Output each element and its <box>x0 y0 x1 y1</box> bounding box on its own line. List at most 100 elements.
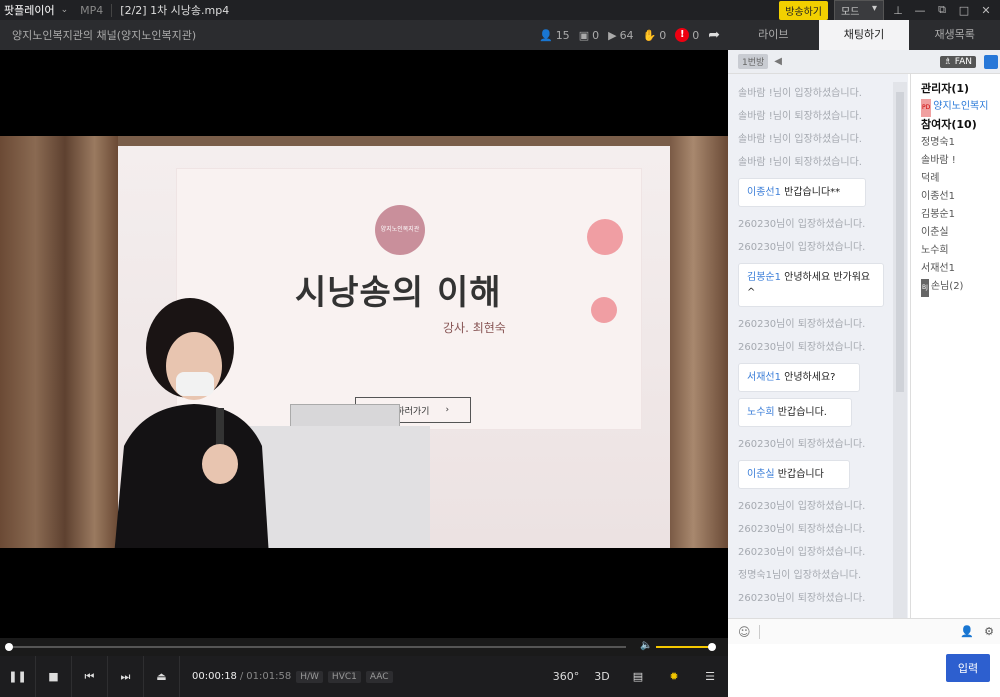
pd-badge-icon: PD <box>921 99 932 117</box>
send-button[interactable]: 입력 <box>946 654 990 682</box>
system-message: 솔바람 !님이 입장하셨습니다. <box>738 134 862 145</box>
vr360-button[interactable]: 360° <box>548 670 584 683</box>
hw-decoder-tag[interactable]: H/W <box>296 670 323 683</box>
tab-chat[interactable]: 채팅하기 <box>818 20 910 50</box>
close-icon[interactable]: ✕ <box>978 4 994 17</box>
duration: 01:01:58 <box>246 671 292 682</box>
user-item[interactable]: 이종선1 <box>921 188 1000 206</box>
system-message: 260230님이 입장하셨습니다. <box>738 219 866 230</box>
time-separator: / <box>239 671 244 682</box>
user-item-guests[interactable]: BJ 손님(2) <box>921 278 1000 297</box>
chat-panel: 라이브 채팅하기 재생목록 1번방 ◀ ♗ FAN 솔바람 !님이 입장하셨습니… <box>728 20 1000 697</box>
chat-nick[interactable]: 노수희 <box>747 407 775 418</box>
gift-icon: ▣ <box>578 28 590 42</box>
chat-message: 이춘실 반갑습니다 <box>738 460 850 489</box>
volume-slider[interactable] <box>656 646 712 648</box>
chat-input[interactable]: 입력 <box>728 644 1000 697</box>
user-item[interactable]: 정명숙1 <box>921 134 1000 152</box>
like-count-value: 0 <box>659 28 667 42</box>
chevron-down-icon: ▾ <box>871 2 877 14</box>
system-message: 정명숙1님이 입장하셨습니다. <box>738 570 862 581</box>
minimize-icon[interactable]: — <box>912 4 928 17</box>
tab-playlist[interactable]: 재생목록 <box>909 20 1000 50</box>
maximize-icon[interactable]: □ <box>956 4 972 17</box>
gear-icon[interactable]: ✹ <box>656 670 692 683</box>
emoticon-icon[interactable]: ☺ <box>738 625 751 639</box>
user-name: 손님(2) <box>930 281 964 292</box>
viewer-count-value: 15 <box>555 28 570 42</box>
fan-button[interactable]: ♗ FAN <box>939 55 976 68</box>
room-select[interactable]: 1번방 <box>738 54 769 69</box>
chat-nick[interactable]: 서재선1 <box>747 372 781 383</box>
stop-icon[interactable]: ■ <box>36 656 72 697</box>
seek-handle[interactable] <box>5 643 14 651</box>
system-message: 260230님이 퇴장하셨습니다. <box>738 593 866 604</box>
app-menu[interactable]: 팟플레이어 ⌄ <box>0 2 68 18</box>
system-message: 260230님이 입장하셨습니다. <box>738 242 866 253</box>
alert-icon[interactable]: ! <box>675 28 690 42</box>
chat-nick[interactable]: 김봉순1 <box>747 272 781 283</box>
video-codec-tag[interactable]: HVC1 <box>327 670 361 683</box>
chevron-down-icon[interactable]: ⌄ <box>61 5 69 15</box>
next-icon[interactable]: ⏭ <box>108 656 144 697</box>
video-area[interactable]: 양지노인복지관 시낭송의 이해 강사. 최현숙 교육 하러가기 › <box>0 50 728 638</box>
seek-track[interactable] <box>6 646 626 648</box>
menu-icon[interactable]: ☰ <box>692 670 728 683</box>
wall-panel-left <box>0 136 118 548</box>
play-icon: ▶ <box>608 28 617 42</box>
user-item-admin[interactable]: PD 양지노인복지 <box>921 98 1000 117</box>
chat-nick[interactable]: 이춘실 <box>747 469 775 480</box>
chat-scrollbar[interactable] <box>893 82 907 622</box>
broadcast-button[interactable]: 방송하기 <box>779 0 828 20</box>
audio-codec-tag[interactable]: AAC <box>365 670 393 683</box>
app-name[interactable]: 팟플레이어 <box>4 2 55 18</box>
user-settings-icon[interactable]: 👤 <box>960 625 974 638</box>
user-list: 관리자(1) PD 양지노인복지 참여자(10) 정명숙1 솔바람 ! 덕례 이종… <box>910 74 1000 618</box>
system-message: 260230님이 퇴장하셨습니다. <box>738 319 866 330</box>
like-count: ✋ 0 <box>643 29 667 42</box>
chat-log: 솔바람 !님이 입장하셨습니다. 솔바람 !님이 퇴장하셨습니다. 솔바람 !님… <box>728 74 908 618</box>
system-message: 260230님이 퇴장하셨습니다. <box>738 439 866 450</box>
flower-decoration <box>587 219 623 255</box>
control-bar: ❚❚ ■ ⏮ ⏭ ⏏ 00:00:18 / 01:01:58 H/W HVC1 … <box>0 656 728 697</box>
chat-message: 이종선1 반갑습니다** <box>738 178 866 207</box>
tab-live[interactable]: 라이브 <box>728 20 819 50</box>
user-item[interactable]: 노수희 <box>921 242 1000 260</box>
scrollbar-thumb[interactable] <box>896 92 904 392</box>
gear-icon[interactable]: ⚙ <box>984 625 994 638</box>
playlist-icon[interactable]: ▤ <box>620 670 656 683</box>
mode-dropdown[interactable]: 모드 ▾ <box>834 0 884 21</box>
viewer-count: 👤 15 <box>539 29 570 42</box>
alert-count[interactable]: ! 0 <box>675 28 699 42</box>
pin-icon[interactable]: ⊥ <box>890 4 906 17</box>
chat-nick[interactable]: 이종선1 <box>747 187 781 198</box>
user-item[interactable]: 김봉순1 <box>921 206 1000 224</box>
user-item[interactable]: 서재선1 <box>921 260 1000 278</box>
fan-label: FAN <box>954 56 972 67</box>
system-message: 솔바람 !님이 입장하셨습니다. <box>738 88 862 99</box>
previous-icon[interactable]: ⏮ <box>72 656 108 697</box>
speaker-icon[interactable]: ◀ <box>774 56 782 67</box>
divider <box>758 624 760 639</box>
play-count-value: 64 <box>619 28 634 42</box>
fan-icon: ♗ <box>943 56 952 67</box>
user-item[interactable]: 솔바람 ! <box>921 152 1000 170</box>
pause-icon[interactable]: ❚❚ <box>0 656 36 697</box>
chat-text: 반갑습니다. <box>777 407 827 418</box>
gift-count: ▣ 0 <box>579 29 599 42</box>
chat-input-toolbar: ☺ 👤 ⚙ <box>728 618 1000 644</box>
chat-text: 반갑습니다 <box>777 469 824 480</box>
volume-icon[interactable]: 🔈 <box>640 640 652 651</box>
3d-button[interactable]: 3D <box>584 670 620 683</box>
volume-handle[interactable] <box>708 643 716 651</box>
restore-icon[interactable]: ⧉ <box>934 3 950 17</box>
user-icon[interactable] <box>984 54 998 69</box>
user-item[interactable]: 덕례 <box>921 170 1000 188</box>
eject-icon[interactable]: ⏏ <box>144 656 180 697</box>
panel-tabs: 라이브 채팅하기 재생목록 <box>728 20 1000 50</box>
slide-logo: 양지노인복지관 <box>375 205 425 255</box>
mode-label: 모드 <box>841 6 860 18</box>
share-icon[interactable]: ➦ <box>708 27 720 43</box>
seek-bar[interactable]: 🔈 <box>0 638 728 656</box>
user-item[interactable]: 이춘실 <box>921 224 1000 242</box>
